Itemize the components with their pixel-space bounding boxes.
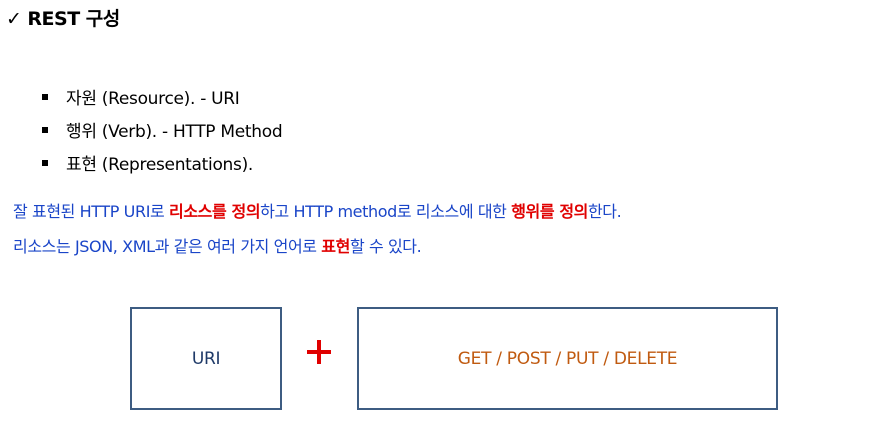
- description-line-1: 잘 표현된 HTTP URI로 리소스를 정의하고 HTTP method로 리…: [13, 198, 622, 222]
- square-bullet-icon: [42, 159, 48, 166]
- emphasis-text: 리소스를 정의: [169, 202, 261, 221]
- emphasis-text: 행위를 정의: [511, 202, 588, 221]
- description-text: 할 수 있다.: [349, 237, 422, 256]
- description-text: 리소스는 JSON, XML과 같은 여러 가지 언어로: [13, 237, 322, 256]
- list-item-text: 행위 (Verb). - HTTP Method: [66, 122, 283, 142]
- list-item: 행위 (Verb). - HTTP Method: [40, 113, 283, 146]
- http-methods-box: GET / POST / PUT / DELETE: [357, 307, 778, 410]
- plus-icon: [303, 337, 335, 369]
- uri-label: URI: [191, 348, 221, 369]
- list-item-text: 표현 (Representations).: [66, 155, 254, 175]
- list-item: 표현 (Representations).: [40, 146, 282, 179]
- description-text: 잘 표현된 HTTP URI로: [13, 202, 170, 221]
- square-bullet-icon: [42, 93, 48, 100]
- uri-box: URI: [130, 307, 282, 410]
- emphasis-text: 표현: [321, 237, 350, 256]
- description-line-2: 리소스는 JSON, XML과 같은 여러 가지 언어로 표현할 수 있다.: [13, 233, 422, 257]
- list-item-text: 자원 (Resource). - URI: [66, 89, 240, 109]
- description-text: 한다.: [587, 202, 622, 221]
- list-item: 자원 (Resource). - URI: [40, 80, 282, 113]
- http-methods-label: GET / POST / PUT / DELETE: [457, 348, 678, 369]
- description-text: 하고 HTTP method로 리소스에 대한: [260, 202, 512, 221]
- section-title: ✓ REST 구성: [6, 4, 120, 31]
- section-title-text: REST 구성: [27, 8, 120, 30]
- checkmark-icon: ✓: [6, 8, 22, 30]
- square-bullet-icon: [42, 126, 48, 133]
- component-list: 자원 (Resource). - URI 행위 (Verb). - HTTP M…: [40, 80, 283, 179]
